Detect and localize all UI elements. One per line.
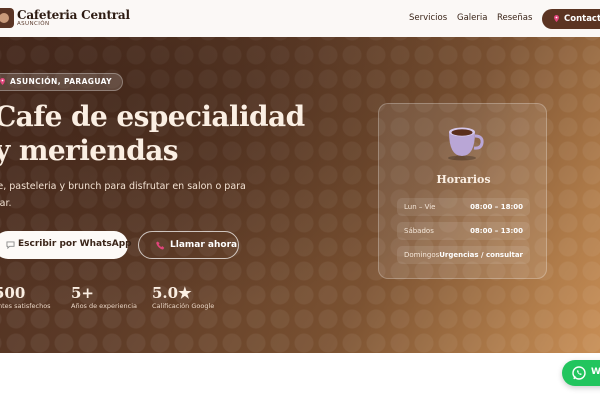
- whatsapp-button-label: Escribir por WhatsApp: [18, 239, 132, 249]
- nav-resenas[interactable]: Reseñas: [497, 13, 532, 23]
- map-pin-icon: [554, 15, 559, 22]
- hero-description: fe, pasteleria y brunch para disfrutar e…: [0, 178, 254, 212]
- contact-label: Contacto: [564, 14, 600, 24]
- hero-title: Cafe de especialidad y meriendas: [0, 100, 305, 168]
- stat-clients: 500 entes satisfechos: [0, 285, 51, 310]
- stat-label: entes satisfechos: [0, 302, 51, 310]
- hero-title-line1: Cafe de especialidad: [0, 100, 305, 133]
- map-pin-icon: [0, 78, 5, 85]
- stat-value: 5+: [71, 284, 95, 302]
- brand-subtitle: ASUNCIÓN: [17, 21, 50, 27]
- hours-time: Urgencias / consultar: [439, 251, 523, 259]
- hours-title: Horarios: [436, 173, 491, 186]
- hours-time: 08:00 – 13:00: [470, 227, 523, 235]
- chat-bubble-icon: [6, 241, 15, 249]
- hero-title-line2: y meriendas: [0, 134, 179, 167]
- hero-desc-line1: fe, pasteleria y brunch para disfrutar e…: [0, 181, 246, 192]
- logo-icon[interactable]: [0, 8, 14, 28]
- hours-time: 08:00 – 18:00: [470, 203, 523, 211]
- hours-row: Lun – Vie 08:00 – 18:00: [397, 198, 530, 216]
- hours-day: Sábados: [404, 227, 434, 235]
- hours-row: Domingos Urgencias / consultar: [397, 246, 530, 264]
- stat-value: 5.0★: [152, 284, 192, 302]
- brand-name[interactable]: Cafeteria Central: [17, 8, 130, 22]
- hours-day: Lun – Vie: [404, 203, 436, 211]
- phone-icon: [156, 241, 165, 250]
- call-button-label: Llamar ahora: [170, 240, 238, 250]
- coffee-mug-icon: [448, 127, 484, 161]
- site-header: Cafeteria Central ASUNCIÓN Servicios Gal…: [0, 0, 600, 37]
- stat-years: 5+ Años de experiencia: [71, 285, 137, 310]
- floating-whatsapp-button[interactable]: W: [562, 360, 600, 386]
- location-badge: ASUNCIÓN, PARAGUAY: [0, 73, 123, 91]
- whatsapp-icon: [572, 366, 586, 380]
- call-button[interactable]: Llamar ahora: [138, 231, 239, 259]
- stat-rating: 5.0★ Calificación Google: [152, 285, 214, 310]
- stat-label: Años de experiencia: [71, 302, 138, 310]
- hours-row: Sábados 08:00 – 13:00: [397, 222, 530, 240]
- nav-galeria[interactable]: Galeria: [457, 13, 487, 23]
- hours-card: Horarios Lun – Vie 08:00 – 18:00 Sábados…: [378, 103, 547, 279]
- location-text: ASUNCIÓN, PARAGUAY: [10, 77, 112, 86]
- contact-button[interactable]: Contacto: [542, 9, 600, 29]
- whatsapp-button[interactable]: Escribir por WhatsApp: [0, 231, 132, 259]
- stat-label: Calificación Google: [152, 302, 215, 310]
- floating-whatsapp-label: W: [591, 367, 600, 377]
- hours-day: Domingos: [404, 251, 440, 259]
- stat-value: 500: [0, 284, 26, 302]
- nav-servicios[interactable]: Servicios: [409, 13, 447, 23]
- hero-desc-line2: var.: [0, 198, 12, 209]
